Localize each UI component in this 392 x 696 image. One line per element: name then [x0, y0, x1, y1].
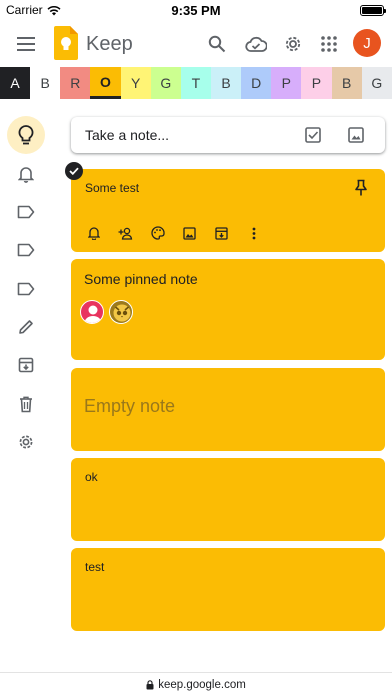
app-name: Keep [86, 33, 133, 55]
note-card[interactable]: Empty note [71, 368, 385, 451]
note-title: ok [85, 470, 98, 484]
person-add-icon [118, 227, 132, 240]
more-vertical-icon [252, 227, 255, 239]
color-filter-strip: ABROYGTBDPPBG [0, 67, 392, 101]
collaborator-avatar[interactable] [80, 300, 104, 324]
hamburger-menu-icon [17, 37, 35, 51]
battery-icon [360, 5, 386, 16]
color-filter-b-7[interactable]: B [210, 67, 242, 99]
archive-icon [215, 226, 228, 240]
note-title: Some pinned note [84, 271, 198, 287]
menu-button[interactable] [14, 33, 38, 55]
color-filter-o-3[interactable]: O [90, 67, 121, 99]
archive-button[interactable] [211, 224, 232, 242]
gear-icon [19, 435, 33, 449]
label-icon [17, 205, 35, 219]
note-card[interactable]: ok [71, 458, 385, 541]
note-card[interactable]: Some test [71, 169, 385, 252]
note-card[interactable]: test [71, 548, 385, 631]
note-title: Some test [85, 181, 140, 195]
sidebar-item-label-2[interactable] [7, 231, 45, 269]
check-icon [69, 167, 79, 175]
color-filter-g-5[interactable]: G [150, 67, 181, 99]
archive-icon [18, 357, 34, 373]
image-icon [183, 226, 196, 240]
color-filter-p-9[interactable]: P [271, 67, 302, 99]
label-icon [17, 243, 35, 257]
color-filter-g-12[interactable]: G [361, 67, 392, 99]
cloud-sync-button[interactable] [244, 32, 268, 56]
person-icon [84, 305, 102, 323]
url-bar[interactable]: keep.google.com [0, 672, 392, 696]
select-note-checkbox[interactable] [65, 162, 83, 180]
collaborator-avatar[interactable] [109, 300, 133, 324]
image-icon [348, 127, 364, 143]
label-icon [17, 282, 35, 296]
note-actions [83, 224, 264, 242]
add-image-button[interactable] [179, 224, 200, 242]
background-options-button[interactable] [147, 224, 168, 242]
checkbox-icon [305, 127, 321, 143]
color-filter-p-10[interactable]: P [301, 67, 332, 99]
sidebar-item-label-1[interactable] [7, 193, 45, 231]
settings-button[interactable] [281, 32, 305, 56]
search-button[interactable] [205, 32, 229, 56]
sidebar-item-reminders[interactable] [7, 155, 45, 193]
keep-logo-icon [54, 26, 78, 60]
sidebar-item-edit-labels[interactable] [7, 308, 45, 346]
search-icon [208, 35, 226, 53]
note-title: test [85, 560, 105, 574]
more-options-button[interactable] [243, 224, 264, 242]
color-filter-a-0[interactable]: A [0, 67, 31, 99]
trash-icon [20, 396, 32, 412]
note-empty-placeholder: Empty note [84, 396, 176, 416]
color-filter-t-6[interactable]: T [180, 67, 211, 99]
take-note-placeholder[interactable]: Take a note... [85, 127, 169, 143]
pencil-icon [19, 320, 33, 334]
new-image-note-button[interactable] [346, 125, 366, 145]
collaborator-button[interactable] [115, 224, 136, 242]
status-time: 9:35 PM [171, 3, 221, 18]
owl-avatar-icon [113, 304, 131, 322]
cloud-done-icon [245, 36, 267, 52]
take-note-bar[interactable]: Take a note... [71, 117, 385, 153]
remind-button[interactable] [83, 224, 104, 242]
gear-icon [285, 36, 301, 52]
app-bar: Keep J [0, 22, 392, 66]
color-filter-y-4[interactable]: Y [120, 67, 151, 99]
note-card[interactable]: Some pinned note [71, 259, 385, 360]
new-list-button[interactable] [303, 125, 323, 145]
account-avatar[interactable]: J [353, 29, 381, 57]
sidebar-item-notes[interactable] [7, 116, 45, 154]
color-filter-b-1[interactable]: B [30, 67, 61, 99]
color-filter-r-2[interactable]: R [60, 67, 91, 99]
apps-grid-icon [321, 36, 337, 52]
status-bar: Carrier 9:35 PM [0, 0, 392, 22]
bell-icon [18, 167, 34, 183]
apps-button[interactable] [317, 32, 341, 56]
sidebar-item-archive[interactable] [7, 346, 45, 384]
lock-icon [146, 679, 154, 689]
sidebar-item-settings[interactable] [7, 423, 45, 461]
sidebar-item-label-3[interactable] [7, 270, 45, 308]
lightbulb-icon [18, 125, 34, 145]
url-text: keep.google.com [158, 678, 246, 691]
color-filter-d-8[interactable]: D [241, 67, 272, 99]
palette-icon [150, 226, 165, 240]
pin-icon[interactable] [353, 179, 369, 197]
color-filter-b-11[interactable]: B [331, 67, 362, 99]
bell-plus-icon [87, 227, 100, 240]
sidebar-item-trash[interactable] [7, 385, 45, 423]
